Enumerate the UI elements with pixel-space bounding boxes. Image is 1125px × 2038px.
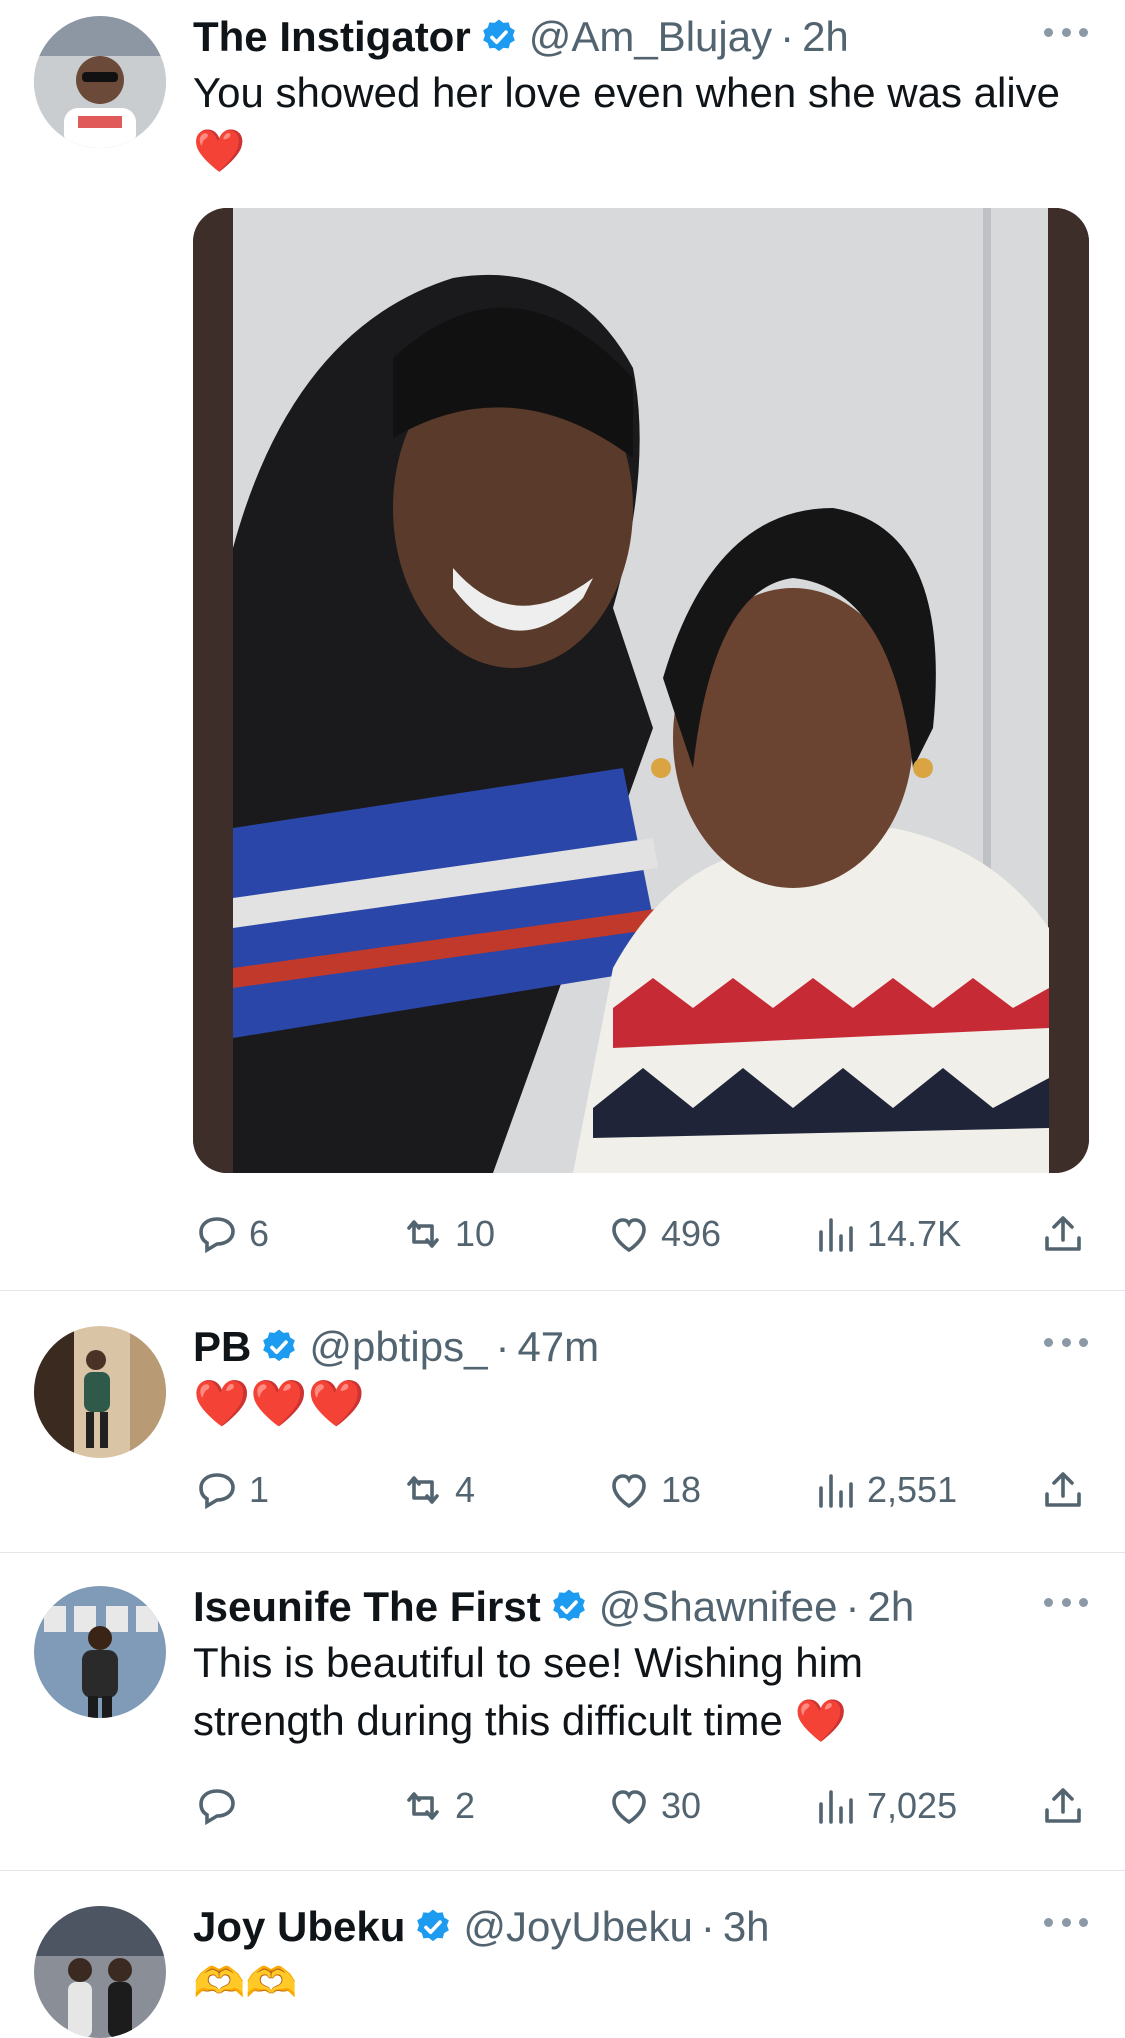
- more-icon[interactable]: [1044, 1592, 1088, 1612]
- tweet-text: You showed her love even when she was al…: [193, 69, 1061, 174]
- tweet[interactable]: Joy Ubeku @JoyUbeku · 3h 🫶🫶: [0, 1870, 1125, 2038]
- more-icon[interactable]: [1044, 1912, 1088, 1932]
- separator-dot: ·: [495, 1323, 510, 1370]
- handle[interactable]: @Am_Blujay: [529, 13, 772, 61]
- handle[interactable]: @Shawnifee: [599, 1583, 838, 1631]
- timestamp[interactable]: 2h: [868, 1583, 915, 1631]
- tweet[interactable]: The Instigator @Am_Blujay · 2h You showe…: [0, 0, 1125, 1291]
- share-button[interactable]: [1039, 1778, 1095, 1834]
- reply-icon: [199, 1789, 235, 1826]
- verified-badge-icon: [263, 1329, 296, 1362]
- tweet-header: PB @pbtips_ · 47m: [193, 1323, 1088, 1371]
- display-name[interactable]: Joy Ubeku: [193, 1903, 405, 1951]
- like-button[interactable]: 496: [605, 1206, 721, 1262]
- share-icon: [1045, 1788, 1081, 1823]
- share-icon: [1045, 1472, 1081, 1507]
- retweet-icon: [407, 1220, 439, 1248]
- display-name[interactable]: Iseunife The First: [193, 1583, 541, 1631]
- timestamp[interactable]: 2h: [802, 13, 849, 61]
- tweet-text: 🫶🫶: [193, 1959, 298, 2006]
- tweet[interactable]: PB @pbtips_ · 47m ❤️❤️❤️ 1 4 18 2,551: [0, 1290, 1125, 1553]
- reply-icon: [199, 1473, 235, 1510]
- avatar-image: [34, 1326, 166, 1458]
- verified-badge-icon: [482, 19, 515, 52]
- views-button[interactable]: 2,551: [811, 1462, 957, 1518]
- reply-count: 1: [249, 1469, 270, 1510]
- display-name[interactable]: The Instigator: [193, 13, 471, 61]
- like-button[interactable]: 18: [605, 1462, 701, 1518]
- separator-dot: ·: [845, 1583, 860, 1630]
- more-icon[interactable]: [1044, 22, 1088, 42]
- handle[interactable]: @JoyUbeku: [463, 1903, 692, 1951]
- share-button[interactable]: [1039, 1206, 1095, 1262]
- reply-button[interactable]: 6: [193, 1206, 269, 1262]
- views-count: 14.7K: [867, 1213, 962, 1254]
- separator-dot: ·: [700, 1903, 715, 1950]
- avatar-image: [34, 16, 166, 148]
- retweet-count: 10: [455, 1213, 496, 1254]
- tweet-header: The Instigator @Am_Blujay · 2h: [193, 13, 1088, 61]
- like-icon: [612, 1474, 646, 1509]
- avatar[interactable]: [34, 16, 166, 148]
- retweet-count: 2: [455, 1785, 476, 1826]
- avatar[interactable]: [34, 1326, 166, 1458]
- handle[interactable]: @pbtips_: [309, 1323, 487, 1371]
- timestamp[interactable]: 3h: [723, 1903, 770, 1951]
- tweet-image[interactable]: [193, 208, 1089, 1173]
- avatar[interactable]: [34, 1906, 166, 2038]
- tweet-text: This is beautiful to see! Wishing him st…: [193, 1639, 863, 1744]
- verified-badge-icon: [552, 1589, 585, 1622]
- tweet-text: ❤️❤️❤️: [193, 1377, 365, 1429]
- retweet-button[interactable]: 10: [399, 1206, 495, 1262]
- avatar-image: [34, 1906, 166, 2038]
- share-button[interactable]: [1039, 1462, 1095, 1518]
- reply-icon: [199, 1217, 235, 1254]
- views-button[interactable]: 14.7K: [811, 1206, 961, 1262]
- tweet-header: Joy Ubeku @JoyUbeku · 3h: [193, 1903, 1088, 1951]
- retweet-count: 4: [455, 1469, 476, 1510]
- like-count: 496: [661, 1213, 722, 1254]
- retweet-button[interactable]: 4: [399, 1462, 475, 1518]
- retweet-icon: [407, 1792, 439, 1820]
- tweet-actions: 1 4 18 2,551: [193, 1462, 1088, 1518]
- views-icon: [819, 1218, 853, 1252]
- tweet-actions: 2 30 7,025: [193, 1778, 1088, 1834]
- retweet-button[interactable]: 2: [399, 1778, 475, 1834]
- verified-badge-icon: [417, 1909, 450, 1942]
- views-count: 7,025: [867, 1785, 958, 1826]
- retweet-icon: [407, 1476, 439, 1504]
- views-icon: [819, 1474, 853, 1508]
- like-button[interactable]: 30: [605, 1778, 701, 1834]
- display-name[interactable]: PB: [193, 1323, 251, 1371]
- avatar-image: [34, 1586, 166, 1718]
- reply-button[interactable]: 1: [193, 1462, 269, 1518]
- reply-button[interactable]: [193, 1778, 249, 1834]
- views-icon: [819, 1790, 853, 1824]
- tweet-actions: 6 10 496 14.7K: [193, 1206, 1088, 1262]
- avatar[interactable]: [34, 1586, 166, 1718]
- timestamp[interactable]: 47m: [517, 1323, 599, 1371]
- tweet-photo: [193, 208, 1089, 1173]
- share-icon: [1045, 1216, 1081, 1251]
- tweet-header: Iseunife The First @Shawnifee · 2h: [193, 1583, 1088, 1631]
- like-icon: [612, 1218, 646, 1253]
- more-icon[interactable]: [1044, 1332, 1088, 1352]
- like-count: 18: [661, 1469, 702, 1510]
- like-count: 30: [661, 1785, 702, 1826]
- views-button[interactable]: 7,025: [811, 1778, 957, 1834]
- separator-dot: ·: [780, 13, 795, 60]
- tweet[interactable]: Iseunife The First @Shawnifee · 2h This …: [0, 1552, 1125, 1871]
- views-count: 2,551: [867, 1469, 958, 1510]
- reply-count: 6: [249, 1213, 270, 1254]
- like-icon: [612, 1790, 646, 1825]
